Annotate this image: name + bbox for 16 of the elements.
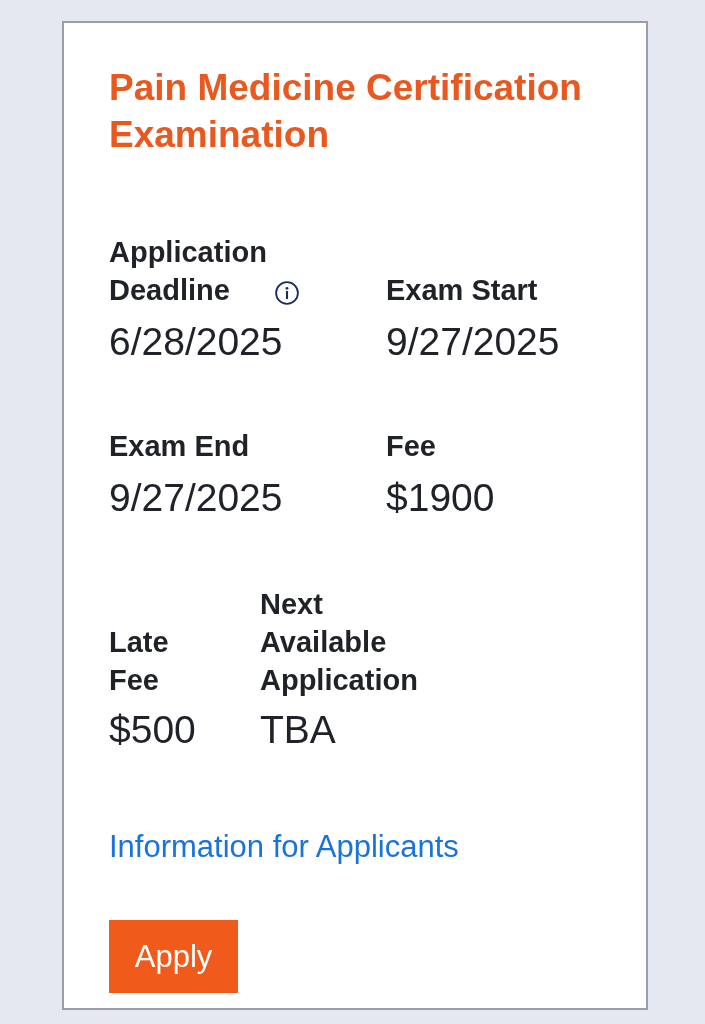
field-value: 9/27/2025 <box>109 475 283 521</box>
apply-button[interactable]: Apply <box>109 920 238 993</box>
field-value: TBA <box>260 707 336 753</box>
field-value: $1900 <box>386 475 495 521</box>
card-title: Pain Medicine Certification Examination <box>109 66 583 157</box>
field-value: $500 <box>109 707 196 753</box>
field-label: Application Deadline <box>109 235 267 308</box>
field-label: Late Fee <box>109 625 169 698</box>
field-label: Exam Start <box>386 273 538 308</box>
field-label: Next Available Application <box>260 587 418 698</box>
field-value: 9/27/2025 <box>386 319 560 365</box>
applicants-link[interactable]: Information for Applicants <box>109 829 459 864</box>
field-label: Exam End <box>109 429 250 464</box>
info-icon[interactable] <box>274 281 299 305</box>
field-label: Fee <box>386 429 436 464</box>
field-value: 6/28/2025 <box>109 319 283 365</box>
